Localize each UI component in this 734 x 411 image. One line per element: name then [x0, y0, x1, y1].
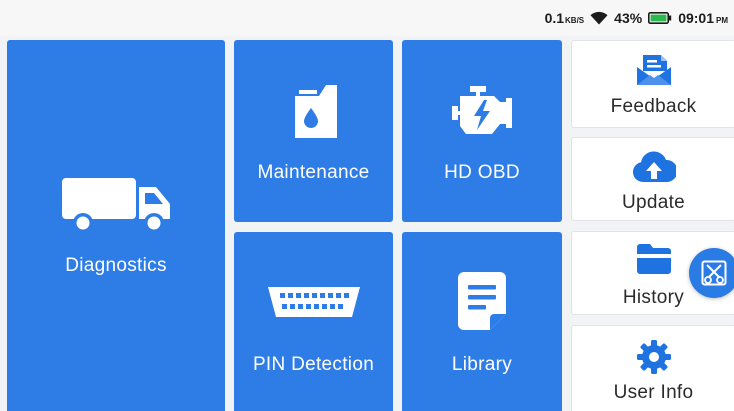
- gear-icon: [636, 340, 671, 374]
- feedback-label: Feedback: [610, 96, 697, 117]
- update-label: Update: [621, 192, 686, 213]
- folder-icon: [636, 244, 671, 274]
- floating-screenshot-button[interactable]: [689, 248, 734, 298]
- user-info-label: User Info: [613, 382, 694, 403]
- hd-obd-label: HD OBD: [444, 162, 520, 183]
- diagnostics-tile[interactable]: Diagnostics: [7, 40, 225, 411]
- update-tile[interactable]: Update: [571, 137, 734, 221]
- clock-time: 09:01: [678, 10, 714, 26]
- mail-icon: [636, 55, 671, 85]
- oil-can-icon: [294, 85, 337, 138]
- status-bar: 0.1KB/S 43% 09:01 PM: [0, 0, 734, 36]
- user-info-tile[interactable]: User Info: [571, 325, 734, 411]
- diagnostics-label: Diagnostics: [65, 255, 167, 276]
- wifi-icon: [590, 11, 608, 25]
- pin-detection-tile[interactable]: PIN Detection: [234, 232, 393, 411]
- battery-percent: 43%: [614, 10, 643, 26]
- network-speed-value: 0.1: [544, 10, 565, 26]
- battery-icon: [648, 12, 672, 24]
- clock: 09:01 PM: [678, 10, 728, 26]
- network-speed-unit: KB/S: [565, 16, 585, 25]
- truck-icon: [62, 178, 170, 233]
- maintenance-label: Maintenance: [257, 162, 370, 183]
- network-speed: 0.1KB/S: [545, 10, 585, 26]
- status-indicators: 0.1KB/S 43% 09:01 PM: [545, 8, 728, 28]
- obd-connector-icon: [267, 287, 360, 317]
- clock-ampm: PM: [716, 16, 728, 25]
- engine-icon: [452, 86, 512, 134]
- feedback-tile[interactable]: Feedback: [571, 40, 734, 128]
- library-label: Library: [451, 354, 513, 375]
- library-tile[interactable]: Library: [402, 232, 562, 411]
- document-icon: [458, 272, 506, 330]
- maintenance-tile[interactable]: Maintenance: [234, 40, 393, 222]
- hd-obd-tile[interactable]: HD OBD: [402, 40, 562, 222]
- pin-detection-label: PIN Detection: [252, 354, 375, 375]
- screenshot-scissors-icon: [701, 260, 727, 286]
- cloud-upload-icon: [632, 151, 676, 182]
